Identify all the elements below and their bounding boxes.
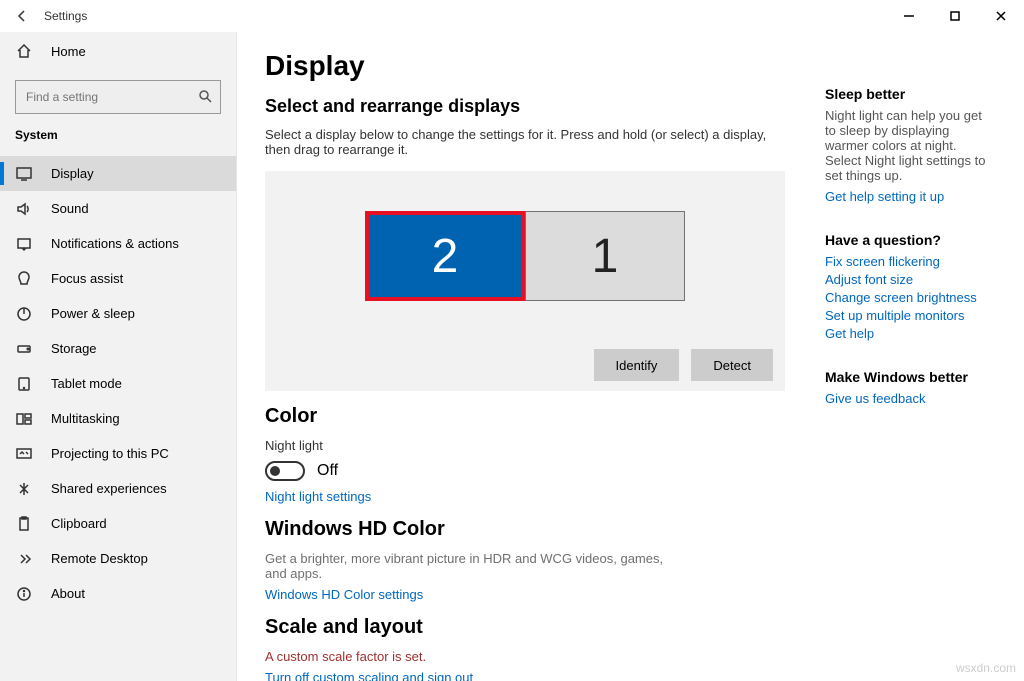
change-brightness-link[interactable]: Change screen brightness [825, 290, 994, 305]
sidebar-item-notifications[interactable]: Notifications & actions [0, 226, 236, 261]
storage-icon [15, 340, 33, 358]
remote-icon [15, 550, 33, 568]
display-2[interactable]: 2 [365, 211, 525, 301]
sidebar-item-about[interactable]: About [0, 576, 236, 611]
search-input[interactable] [15, 80, 221, 114]
night-light-settings-link[interactable]: Night light settings [265, 489, 785, 504]
sidebar-item-shared-experiences[interactable]: Shared experiences [0, 471, 236, 506]
sidebar-item-tablet-mode[interactable]: Tablet mode [0, 366, 236, 401]
identify-button[interactable]: Identify [594, 349, 680, 381]
category-label: System [0, 128, 236, 142]
multiple-monitors-link[interactable]: Set up multiple monitors [825, 308, 994, 323]
question-title: Have a question? [825, 232, 994, 248]
sidebar-item-power-sleep[interactable]: Power & sleep [0, 296, 236, 331]
toggle-switch-icon [265, 461, 305, 481]
home-button[interactable]: Home [0, 32, 236, 70]
focus-assist-icon [15, 270, 33, 288]
display-1[interactable]: 1 [525, 211, 685, 301]
hd-color-settings-link[interactable]: Windows HD Color settings [265, 587, 785, 602]
sidebar-item-sound[interactable]: Sound [0, 191, 236, 226]
sidebar-item-label: Tablet mode [51, 376, 122, 391]
sidebar-item-label: Storage [51, 341, 97, 356]
sidebar-item-focus-assist[interactable]: Focus assist [0, 261, 236, 296]
power-icon [15, 305, 33, 323]
section-color: Color [265, 405, 785, 428]
sidebar-item-label: Focus assist [51, 271, 123, 286]
multitasking-icon [15, 410, 33, 428]
sidebar-item-label: Power & sleep [51, 306, 135, 321]
feedback-link[interactable]: Give us feedback [825, 391, 994, 406]
section-select-rearrange: Select and rearrange displays [265, 96, 785, 117]
sidebar-item-label: Clipboard [51, 516, 107, 531]
sidebar-item-multitasking[interactable]: Multitasking [0, 401, 236, 436]
sound-icon [15, 200, 33, 218]
window-title: Settings [44, 9, 87, 23]
sidebar-item-storage[interactable]: Storage [0, 331, 236, 366]
sidebar-item-display[interactable]: Display [0, 156, 236, 191]
sleep-help-link[interactable]: Get help setting it up [825, 189, 994, 204]
scale-warning: A custom scale factor is set. [265, 649, 785, 664]
hd-desc: Get a brighter, more vibrant picture in … [265, 551, 665, 581]
sleep-better-desc: Night light can help you get to sleep by… [825, 108, 994, 183]
display-icon [15, 165, 33, 183]
sidebar-item-projecting[interactable]: Projecting to this PC [0, 436, 236, 471]
sidebar-item-clipboard[interactable]: Clipboard [0, 506, 236, 541]
sidebar-item-label: Multitasking [51, 411, 120, 426]
section-scale-layout: Scale and layout [265, 616, 785, 639]
notifications-icon [15, 235, 33, 253]
make-better-title: Make Windows better [825, 369, 994, 385]
home-icon [15, 42, 33, 60]
sidebar-item-label: Shared experiences [51, 481, 167, 496]
display-arrange-panel: 2 1 Identify Detect [265, 171, 785, 391]
toggle-state: Off [317, 462, 338, 480]
page-title: Display [265, 50, 785, 82]
detect-button[interactable]: Detect [691, 349, 773, 381]
sidebar-item-label: Sound [51, 201, 89, 216]
night-light-toggle[interactable]: Off [265, 461, 785, 481]
adjust-font-link[interactable]: Adjust font size [825, 272, 994, 287]
search-icon [198, 89, 212, 108]
section-hd-color: Windows HD Color [265, 518, 785, 541]
turn-off-scaling-link[interactable]: Turn off custom scaling and sign out [265, 670, 785, 681]
minimize-button[interactable] [886, 0, 932, 32]
sidebar-item-label: Notifications & actions [51, 236, 179, 251]
shared-icon [15, 480, 33, 498]
night-light-label: Night light [265, 438, 785, 453]
get-help-link[interactable]: Get help [825, 326, 994, 341]
sidebar-item-remote-desktop[interactable]: Remote Desktop [0, 541, 236, 576]
clipboard-icon [15, 515, 33, 533]
tablet-icon [15, 375, 33, 393]
sidebar: Home System Display Sound Notifications … [0, 32, 237, 681]
sidebar-item-label: Remote Desktop [51, 551, 148, 566]
section-desc: Select a display below to change the set… [265, 127, 785, 157]
watermark: wsxdn.com [956, 661, 1016, 675]
about-icon [15, 585, 33, 603]
projecting-icon [15, 445, 33, 463]
close-button[interactable] [978, 0, 1024, 32]
fix-flickering-link[interactable]: Fix screen flickering [825, 254, 994, 269]
home-label: Home [51, 44, 86, 59]
sidebar-item-label: Display [51, 166, 94, 181]
sleep-better-title: Sleep better [825, 86, 994, 102]
titlebar: Settings [0, 0, 1024, 32]
sidebar-item-label: About [51, 586, 85, 601]
back-button[interactable] [0, 0, 44, 32]
maximize-button[interactable] [932, 0, 978, 32]
sidebar-item-label: Projecting to this PC [51, 446, 169, 461]
